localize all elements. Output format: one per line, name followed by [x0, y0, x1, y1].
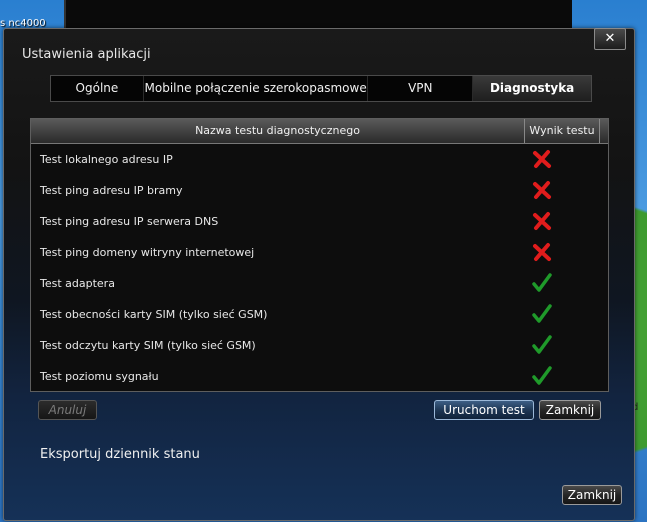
pass-check-icon	[531, 334, 553, 356]
table-row[interactable]: Test ping domeny witryny internetowej	[31, 237, 608, 268]
fail-cross-icon	[531, 148, 553, 170]
test-name: Test lokalnego adresu IP	[40, 153, 173, 166]
test-name: Test ping domeny witryny internetowej	[40, 246, 255, 259]
tab-mobile-broadband[interactable]: Mobilne połączenie szerokopasmowe	[144, 76, 369, 101]
background-window	[64, 0, 572, 28]
tab-vpn[interactable]: VPN	[368, 76, 474, 101]
table-row[interactable]: Test adaptera	[31, 268, 608, 299]
column-header-test-result[interactable]: Wynik testu	[525, 119, 600, 143]
test-name: Test obecności karty SIM (tylko sieć GSM…	[40, 308, 268, 321]
pass-check-icon	[531, 303, 553, 325]
cancel-button[interactable]: Anuluj	[38, 400, 97, 420]
test-name: Test ping adresu IP serwera DNS	[40, 215, 219, 228]
table-row[interactable]: Test poziomu sygnału	[31, 361, 608, 392]
table-row[interactable]: Test lokalnego adresu IP	[31, 144, 608, 175]
run-test-button[interactable]: Uruchom test	[434, 400, 534, 420]
close-icon: ✕	[604, 31, 616, 46]
test-name: Test adaptera	[40, 277, 115, 290]
table-header: Nazwa testu diagnostycznego Wynik testu	[31, 119, 608, 144]
settings-window: Ustawienia aplikacji ✕ Ogólne Mobilne po…	[3, 28, 635, 521]
tab-bar: Ogólne Mobilne połączenie szerokopasmowe…	[50, 75, 592, 102]
fail-cross-icon	[531, 210, 553, 232]
diagnostics-table: Nazwa testu diagnostycznego Wynik testu …	[30, 118, 609, 392]
pass-check-icon	[531, 272, 553, 294]
tab-diagnostics[interactable]: Diagnostyka	[473, 76, 591, 101]
fail-cross-icon	[531, 179, 553, 201]
column-header-test-name[interactable]: Nazwa testu diagnostycznego	[31, 119, 525, 143]
close-window-button[interactable]: Zamknij	[562, 485, 622, 505]
export-log-link[interactable]: Eksportuj dziennik stanu	[40, 447, 200, 462]
fail-cross-icon	[531, 241, 553, 263]
test-name: Test ping adresu IP bramy	[40, 184, 183, 197]
test-name: Test poziomu sygnału	[40, 370, 159, 383]
test-name: Test odczytu karty SIM (tylko sieć GSM)	[40, 339, 256, 352]
table-row[interactable]: Test obecności karty SIM (tylko sieć GSM…	[31, 299, 608, 330]
table-row[interactable]: Test ping adresu IP bramy	[31, 175, 608, 206]
window-close-button[interactable]: ✕	[594, 28, 626, 50]
window-title: Ustawienia aplikacji	[22, 47, 151, 62]
table-row[interactable]: Test ping adresu IP serwera DNS	[31, 206, 608, 237]
pass-check-icon	[531, 365, 553, 387]
tab-general[interactable]: Ogólne	[51, 76, 144, 101]
close-dialog-button[interactable]: Zamknij	[539, 400, 601, 420]
table-row[interactable]: Test odczytu karty SIM (tylko sieć GSM)	[31, 330, 608, 361]
